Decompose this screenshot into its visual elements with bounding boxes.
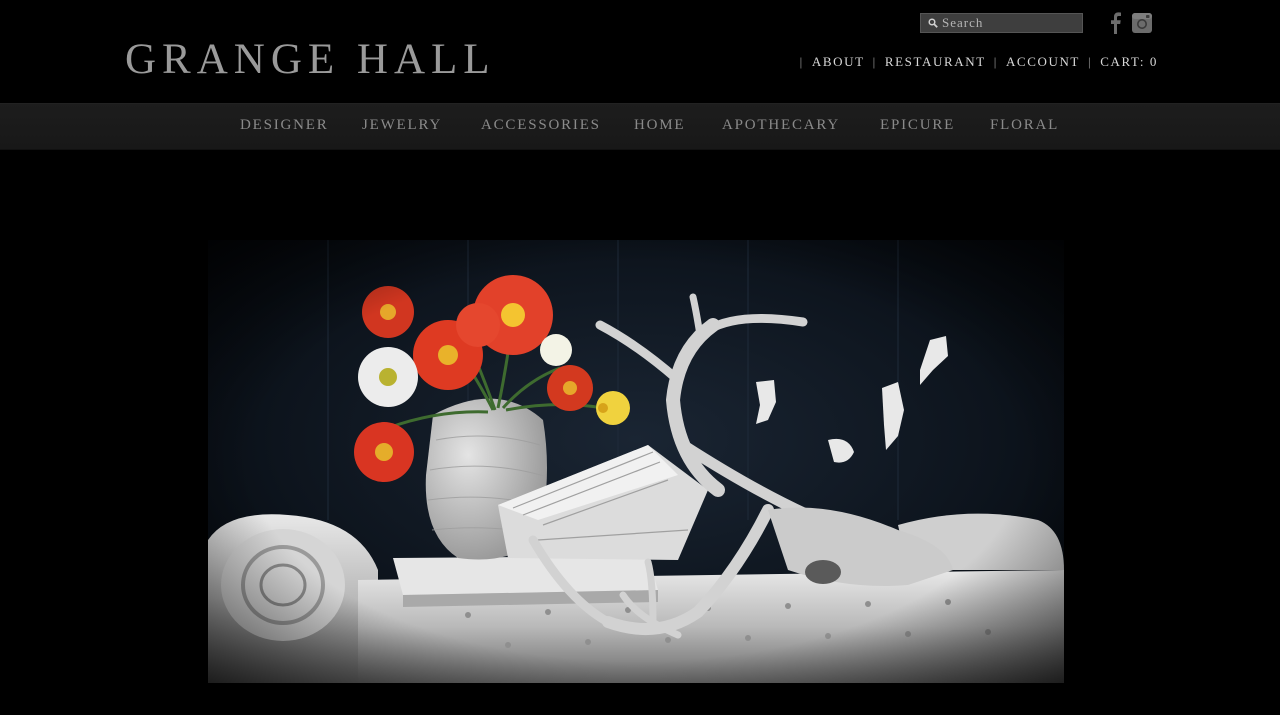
category-home[interactable]: HOME (634, 117, 685, 134)
utility-nav: | ABOUT | RESTAURANT | ACCOUNT | CART: 0 (792, 53, 1158, 71)
nav-cart-link[interactable]: CART: 0 (1100, 54, 1158, 70)
nav-about-link[interactable]: ABOUT (812, 54, 865, 70)
category-designer[interactable]: DESIGNER (240, 117, 329, 134)
category-epicure[interactable]: EPICURE (880, 117, 955, 134)
site-header: GRANGE HALL | ABOUT | RESTAURANT | ACCOU… (0, 0, 1280, 103)
category-nav: DESIGNER JEWELRY ACCESSORIES HOME APOTHE… (0, 103, 1280, 150)
nav-separator: | (993, 54, 998, 69)
search-box[interactable] (920, 13, 1083, 33)
nav-separator: | (872, 54, 877, 69)
nav-restaurant-link[interactable]: RESTAURANT (885, 54, 986, 70)
category-accessories[interactable]: ACCESSORIES (481, 117, 601, 134)
category-floral[interactable]: FLORAL (990, 117, 1059, 134)
brand-logo[interactable]: GRANGE HALL (125, 36, 496, 84)
nav-separator: | (1087, 54, 1093, 69)
nav-account-link[interactable]: ACCOUNT (1006, 54, 1080, 70)
search-input[interactable] (942, 14, 1080, 32)
nav-separator: | (799, 54, 804, 69)
category-jewelry[interactable]: JEWELRY (362, 117, 442, 134)
facebook-icon[interactable] (1108, 12, 1122, 34)
instagram-icon[interactable] (1131, 12, 1153, 34)
category-apothecary[interactable]: APOTHECARY (722, 117, 840, 134)
hero-still-life (208, 240, 1064, 683)
search-icon (928, 18, 938, 28)
hero-image[interactable] (208, 240, 1064, 683)
